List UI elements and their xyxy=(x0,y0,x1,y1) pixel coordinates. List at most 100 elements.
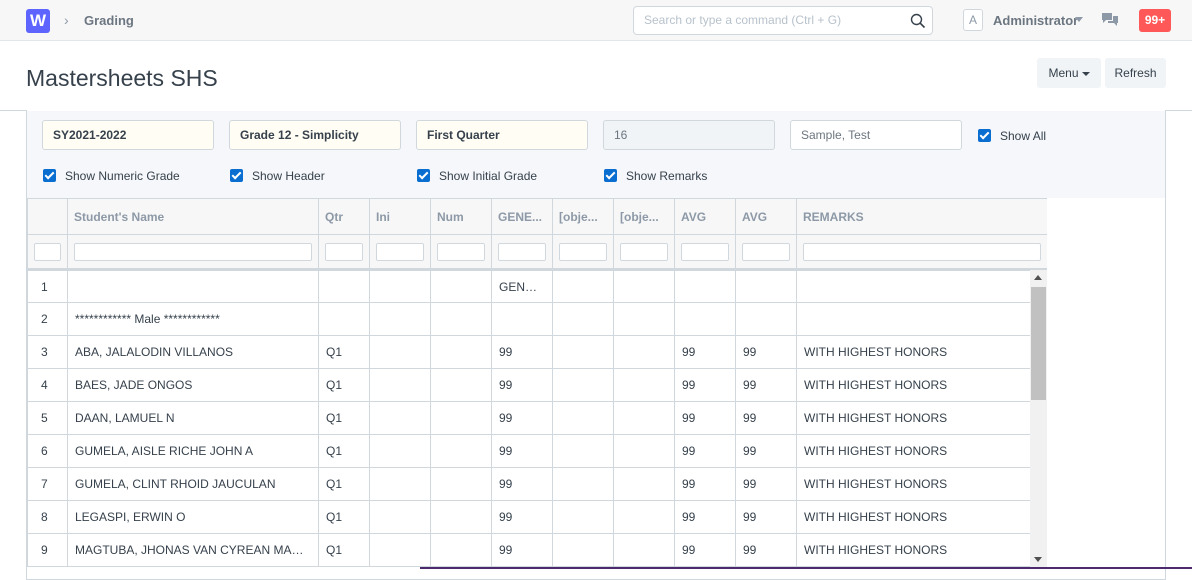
table-cell[interactable] xyxy=(613,434,675,468)
table-row[interactable]: 7 GUMELA, CLINT RHOID JAUCULAN Q1 99 99 99 WIT… xyxy=(27,467,1047,501)
column-filter-input[interactable] xyxy=(74,242,312,261)
table-cell[interactable]: 99 xyxy=(735,500,797,534)
column-filter-input[interactable] xyxy=(742,242,790,261)
row-index[interactable]: 4 xyxy=(27,368,68,402)
number-field[interactable]: 16 xyxy=(603,120,775,150)
table-cell[interactable] xyxy=(369,434,431,468)
caret-down-icon[interactable] xyxy=(1075,17,1083,22)
table-cell[interactable]: 99 xyxy=(491,533,553,567)
menu-button[interactable]: Menu xyxy=(1037,58,1101,88)
table-cell[interactable] xyxy=(430,533,492,567)
table-cell[interactable]: Q1 xyxy=(318,434,370,468)
table-cell[interactable]: 99 xyxy=(674,533,736,567)
table-cell[interactable] xyxy=(674,269,736,303)
table-row[interactable]: 9 MAGTUBA, JHONAS VAN CYREAN MANG... Q1 99 9… xyxy=(27,533,1047,567)
app-logo[interactable]: W xyxy=(26,9,50,33)
row-index[interactable]: 1 xyxy=(27,269,68,303)
scroll-down-icon[interactable] xyxy=(1034,557,1042,562)
table-cell[interactable]: 99 xyxy=(735,335,797,369)
table-cell[interactable]: WITH HIGHEST HONORS xyxy=(796,533,1047,567)
table-cell[interactable] xyxy=(318,269,370,303)
table-cell[interactable]: GUMELA, AISLE RICHE JOHN A xyxy=(67,434,319,468)
scroll-up-icon[interactable] xyxy=(1034,275,1042,280)
table-cell[interactable] xyxy=(796,269,1047,303)
column-header[interactable]: GENE... xyxy=(491,198,553,235)
column-filter-input[interactable] xyxy=(437,242,485,261)
row-index[interactable]: 9 xyxy=(27,533,68,567)
table-cell[interactable] xyxy=(318,302,370,336)
quarter-field[interactable]: First Quarter xyxy=(416,120,588,150)
table-cell[interactable] xyxy=(430,434,492,468)
table-cell[interactable] xyxy=(552,368,614,402)
table-cell[interactable] xyxy=(369,368,431,402)
table-cell[interactable]: 99 xyxy=(491,434,553,468)
table-cell[interactable] xyxy=(613,533,675,567)
row-index[interactable]: 6 xyxy=(27,434,68,468)
table-cell[interactable]: WITH HIGHEST HONORS xyxy=(796,467,1047,501)
table-cell[interactable]: LEGASPI, ERWIN O xyxy=(67,500,319,534)
table-cell[interactable] xyxy=(552,401,614,435)
table-row[interactable]: 1 GENER... xyxy=(27,269,1047,303)
show-all-checkbox[interactable] xyxy=(978,129,991,142)
table-cell[interactable]: 99 xyxy=(491,368,553,402)
table-cell[interactable] xyxy=(552,500,614,534)
table-cell[interactable] xyxy=(430,401,492,435)
column-filter-input[interactable] xyxy=(325,242,363,261)
table-cell[interactable]: BAES, JADE ONGOS xyxy=(67,368,319,402)
table-cell[interactable] xyxy=(430,500,492,534)
table-cell[interactable] xyxy=(613,269,675,303)
table-cell[interactable]: 99 xyxy=(735,434,797,468)
table-cell[interactable] xyxy=(430,269,492,303)
column-header[interactable]: AVG xyxy=(674,198,736,235)
table-cell[interactable]: 99 xyxy=(674,401,736,435)
table-cell[interactable]: ABA, JALALODIN VILLANOS xyxy=(67,335,319,369)
column-header[interactable]: AVG xyxy=(735,198,797,235)
column-header[interactable]: Student's Name xyxy=(67,198,319,235)
column-filter-input[interactable] xyxy=(376,242,424,261)
chat-icon[interactable] xyxy=(1101,12,1119,29)
table-cell[interactable] xyxy=(430,368,492,402)
table-cell[interactable] xyxy=(430,467,492,501)
table-cell[interactable] xyxy=(796,302,1047,336)
show-initial-grade-checkbox[interactable] xyxy=(417,169,430,182)
table-cell[interactable]: 99 xyxy=(735,467,797,501)
scrollbar-thumb[interactable] xyxy=(1031,287,1046,400)
table-cell[interactable] xyxy=(613,368,675,402)
table-cell[interactable]: 99 xyxy=(674,368,736,402)
table-cell[interactable] xyxy=(613,401,675,435)
column-filter-input[interactable] xyxy=(498,242,546,261)
table-cell[interactable] xyxy=(552,533,614,567)
table-cell[interactable] xyxy=(735,302,797,336)
user-menu[interactable]: Administrator xyxy=(993,13,1078,28)
table-cell[interactable]: ************ Male ************ xyxy=(67,302,319,336)
table-row[interactable]: 6 GUMELA, AISLE RICHE JOHN A Q1 99 99 99 WITH … xyxy=(27,434,1047,468)
table-cell[interactable] xyxy=(735,269,797,303)
column-filter-input[interactable] xyxy=(620,242,668,261)
show-header-checkbox[interactable] xyxy=(230,169,243,182)
school-year-field[interactable]: SY2021-2022 xyxy=(42,120,214,150)
table-cell[interactable] xyxy=(613,467,675,501)
table-cell[interactable]: Q1 xyxy=(318,500,370,534)
table-cell[interactable]: Q1 xyxy=(318,533,370,567)
table-row[interactable]: 3 ABA, JALALODIN VILLANOS Q1 99 99 99 WITH HIG… xyxy=(27,335,1047,369)
column-header[interactable]: Ini xyxy=(369,198,431,235)
table-cell[interactable]: WITH HIGHEST HONORS xyxy=(796,434,1047,468)
table-cell[interactable] xyxy=(552,302,614,336)
table-cell[interactable]: DAAN, LAMUEL N xyxy=(67,401,319,435)
table-row[interactable]: 5 DAAN, LAMUEL N Q1 99 99 99 WITH HIGHEST HONO… xyxy=(27,401,1047,435)
table-cell[interactable] xyxy=(369,269,431,303)
breadcrumb-grading[interactable]: Grading xyxy=(84,13,134,28)
table-cell[interactable]: GUMELA, CLINT RHOID JAUCULAN xyxy=(67,467,319,501)
column-header[interactable]: [obje... xyxy=(613,198,675,235)
column-header[interactable]: REMARKS xyxy=(796,198,1047,235)
table-cell[interactable]: Q1 xyxy=(318,368,370,402)
table-cell[interactable] xyxy=(369,335,431,369)
table-cell[interactable]: 99 xyxy=(674,434,736,468)
row-index[interactable]: 2 xyxy=(27,302,68,336)
table-cell[interactable] xyxy=(613,335,675,369)
table-cell[interactable] xyxy=(552,467,614,501)
table-cell[interactable]: 99 xyxy=(491,500,553,534)
table-cell[interactable]: WITH HIGHEST HONORS xyxy=(796,401,1047,435)
table-cell[interactable] xyxy=(369,467,431,501)
search-input[interactable] xyxy=(644,13,904,27)
